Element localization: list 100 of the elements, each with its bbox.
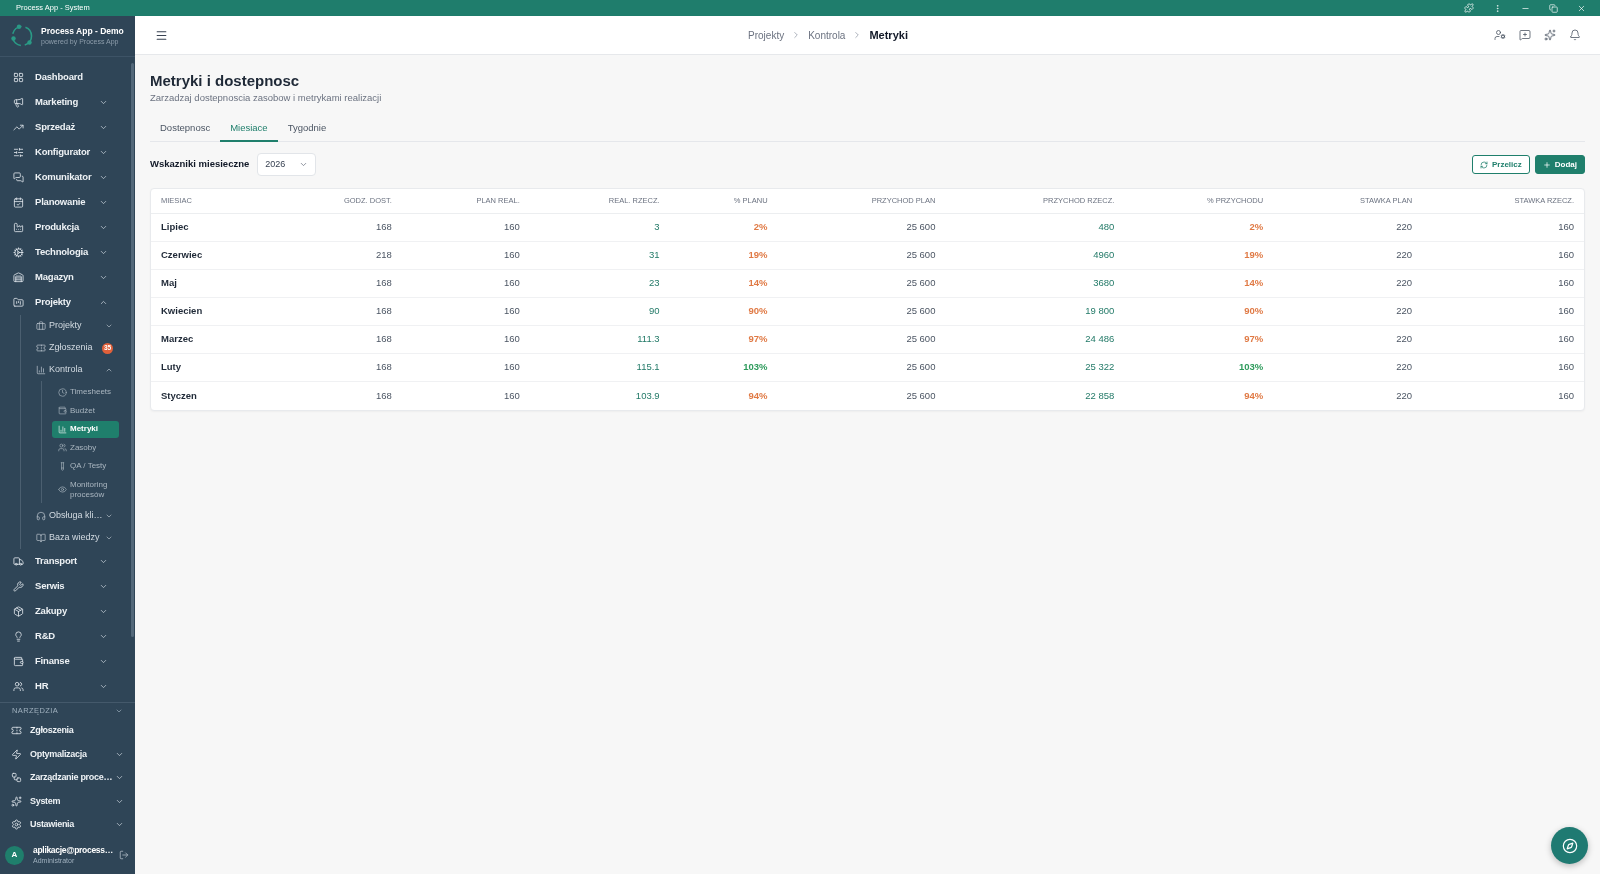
nav-item[interactable]: HR xyxy=(0,673,131,699)
table-cell-text: 160 xyxy=(503,388,520,403)
table-cell: 3680 xyxy=(1093,276,1115,291)
nav-item[interactable]: Baza wiedzy xyxy=(21,526,131,549)
table-cell: 160 xyxy=(503,248,520,263)
table-cell: 160 xyxy=(1558,220,1574,235)
nav-item[interactable]: Projekty xyxy=(21,315,131,337)
nav-item[interactable]: Timesheets xyxy=(52,383,119,401)
table-cell: Kwiecien xyxy=(161,304,203,319)
wrench-icon xyxy=(13,580,24,592)
chevron-down-icon xyxy=(115,707,123,715)
nav-item[interactable]: Monitoring procesów xyxy=(52,476,119,503)
package-icon xyxy=(13,605,24,617)
table-cell: 168 xyxy=(375,360,392,375)
table-cell-text: Styczen xyxy=(161,388,197,403)
table-cell: 4960 xyxy=(1093,248,1115,263)
table-cell: Czerwiec xyxy=(161,248,203,263)
table-cell: Luty xyxy=(161,360,182,375)
nav-item[interactable]: Transport xyxy=(0,548,131,574)
nav-item[interactable]: Finanse xyxy=(0,648,131,674)
section-title: Wskazniki miesieczne xyxy=(150,157,250,172)
table-cell: 97% xyxy=(748,332,768,347)
nav-item[interactable]: Zgłoszenia xyxy=(0,719,135,743)
puzzle-icon xyxy=(1464,3,1474,13)
table-cell: 25 600 xyxy=(906,220,936,235)
table-cell: 218 xyxy=(375,248,392,263)
nav-item[interactable]: R&D xyxy=(0,623,131,649)
nav-item[interactable]: Ustawienia xyxy=(0,813,135,837)
nav-item[interactable]: Projekty xyxy=(0,290,131,315)
table-cell: 168 xyxy=(375,276,392,291)
table-cell: 220 xyxy=(1396,304,1413,319)
table-cell: 168 xyxy=(375,304,392,319)
chevron-down-icon xyxy=(299,160,309,169)
nav-item[interactable]: Zakupy xyxy=(0,598,131,624)
year-select[interactable]: 2026 xyxy=(257,153,317,176)
table-cell: 160 xyxy=(503,220,520,235)
ticket-icon xyxy=(11,725,22,737)
nav-item[interactable]: Magazyn xyxy=(0,265,131,290)
nav-item[interactable]: Sprzedaż xyxy=(0,115,131,140)
restore-icon xyxy=(1548,3,1558,13)
nav-item[interactable]: Marketing xyxy=(0,90,131,115)
users-icon xyxy=(58,443,67,452)
table-cell: 23 xyxy=(649,276,660,291)
user-cog-icon xyxy=(1493,29,1506,41)
table-cell: 25 600 xyxy=(906,304,936,319)
nav-item[interactable]: Obsługa kli… xyxy=(21,504,131,527)
sparkles-icon xyxy=(11,795,22,807)
nav-item[interactable]: QA / Testy xyxy=(52,457,119,475)
nav-item[interactable]: Produkcja xyxy=(0,215,131,240)
table-cell: 31 xyxy=(649,248,660,263)
table-cell: 220 xyxy=(1396,276,1413,291)
table-cell: Maj xyxy=(161,276,177,291)
tab[interactable]: Tygodnie xyxy=(277,117,337,142)
table-cell-text: 168 xyxy=(375,388,392,403)
nav-item[interactable]: Serwis xyxy=(0,573,131,599)
nav-item[interactable]: System xyxy=(0,789,135,813)
breadcrumb-link[interactable]: Projekty xyxy=(748,27,785,43)
logout-button[interactable] xyxy=(118,849,130,862)
user-avatar[interactable]: A xyxy=(5,845,24,865)
tab[interactable]: Miesiace xyxy=(220,117,278,142)
users-icon xyxy=(13,680,24,692)
page-title: Metryki i dostepnosc xyxy=(150,71,300,91)
nav-item[interactable]: Planowanie xyxy=(0,190,131,215)
table-cell: 103% xyxy=(743,360,768,375)
calendar-icon xyxy=(13,197,24,208)
table-cell: 220 xyxy=(1396,332,1413,347)
recalculate-button[interactable]: Przelicz xyxy=(1471,155,1530,174)
breadcrumb-link[interactable]: Kontrola xyxy=(808,27,846,43)
table-cell: 14% xyxy=(748,276,768,291)
table-cell-text: 160 xyxy=(1558,388,1574,403)
nav-item[interactable]: Komunikator xyxy=(0,165,131,190)
table-cell: 90% xyxy=(1244,304,1264,319)
workflow-icon xyxy=(11,772,22,784)
nav-item[interactable]: Zarządzanie proce… xyxy=(0,766,135,790)
bell-icon xyxy=(1568,29,1581,41)
nav-item[interactable]: Konfigurator xyxy=(0,140,131,165)
nav-item[interactable]: Dashboard xyxy=(0,65,131,90)
scrollbar-thumb[interactable] xyxy=(131,63,134,637)
close-icon xyxy=(1576,3,1586,13)
grid-icon xyxy=(13,72,24,83)
table-cell: 168 xyxy=(375,220,392,235)
table-cell: 25 600 xyxy=(906,360,936,375)
nav-item[interactable]: Zasoby xyxy=(52,439,119,456)
table-cell: Marzec xyxy=(161,332,194,347)
table-cell: 160 xyxy=(503,304,520,319)
table-cell: 19% xyxy=(748,248,768,263)
table-cell: 160 xyxy=(1558,304,1574,319)
compass-icon xyxy=(1561,837,1578,854)
tab[interactable]: Dostepnosc xyxy=(150,117,221,142)
table-cell: 97% xyxy=(1244,332,1264,347)
test-tube-icon xyxy=(58,461,67,471)
sparkles-icon xyxy=(1543,29,1556,41)
add-button[interactable]: Dodaj xyxy=(1534,155,1585,174)
nav-item[interactable]: Optymalizacja xyxy=(0,742,135,766)
nav-item[interactable]: Budżet xyxy=(52,402,119,419)
nav-item[interactable]: Technologia xyxy=(0,240,131,265)
nav-item[interactable]: Metryki xyxy=(52,420,119,438)
menu-icon xyxy=(154,28,168,42)
nav-item[interactable]: Kontrola xyxy=(21,359,131,381)
book-icon xyxy=(36,532,46,543)
